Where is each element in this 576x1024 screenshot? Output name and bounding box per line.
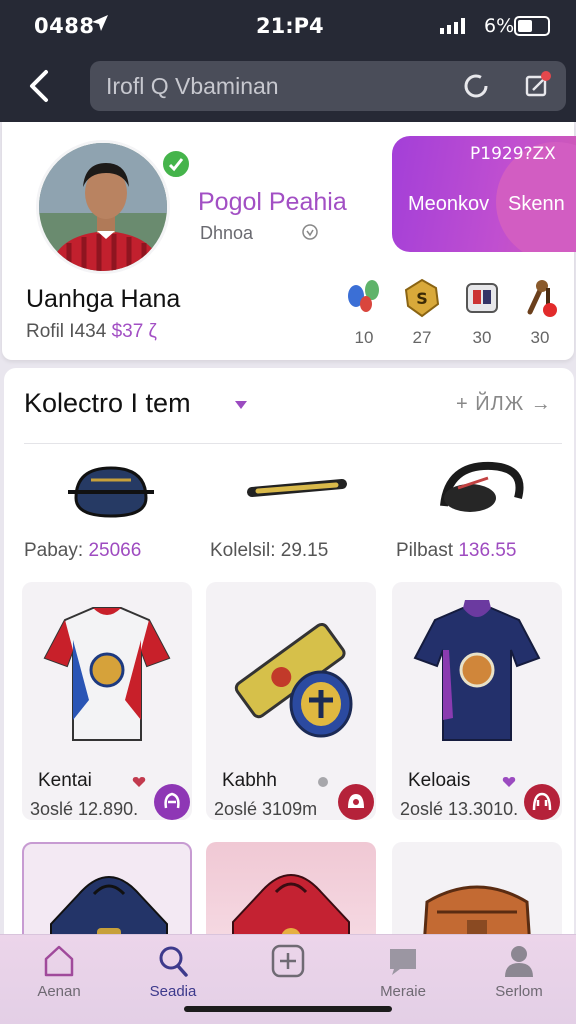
item-card[interactable]: Kentai 3oslé 12.890. — [22, 582, 192, 820]
stat-coins-value: 27 — [412, 328, 432, 347]
chevron-down-icon[interactable] — [234, 400, 248, 410]
item-badge-icon[interactable] — [338, 784, 374, 820]
user-name: Uanhga Hana — [26, 285, 181, 313]
nav-profile-label: Serlom — [495, 983, 543, 1000]
home-icon — [44, 945, 74, 977]
mini-label-value: 136.55 — [458, 540, 517, 561]
stat-coins[interactable]: S 27 — [400, 276, 444, 348]
avatar[interactable] — [36, 140, 170, 274]
heart-icon[interactable] — [316, 775, 330, 789]
gems-icon — [348, 280, 379, 312]
mini-item-bag[interactable] — [36, 458, 186, 518]
stat-cards[interactable]: 30 — [460, 276, 504, 348]
see-more-link[interactable]: + ЙЛЖ → — [456, 393, 552, 416]
verified-badge-icon — [160, 148, 192, 180]
item-name: Kentai — [38, 770, 92, 791]
stat-tools[interactable]: 30 — [518, 276, 562, 348]
mini-label-prefix: Pilbast — [396, 540, 454, 561]
profile-card: Pogol Peahia Dhnoa Uanhga Hana Rofil I43… — [2, 122, 576, 360]
tools-icon — [527, 280, 557, 317]
item-name: Keloais — [408, 770, 471, 791]
edit-note-icon[interactable] — [522, 70, 552, 100]
promo-left-label[interactable]: Meonkov — [408, 193, 489, 216]
club-name[interactable]: Pogol Peahia — [198, 188, 347, 217]
add-icon — [271, 944, 305, 978]
location-arrow-icon — [92, 15, 108, 31]
collection-card: Kolectro I tem + ЙЛЖ → Pabay: 25066 Kole… — [4, 368, 574, 1024]
nav-search[interactable]: Seadia — [128, 943, 218, 1000]
avatar-image — [39, 143, 167, 271]
search-icon — [159, 946, 188, 977]
mini-item-headset[interactable] — [408, 458, 558, 518]
mini-label-value: 25066 — [88, 540, 142, 561]
baton-icon — [247, 479, 347, 497]
stat-gems[interactable]: 10 — [342, 276, 386, 348]
stat-cards-value: 30 — [472, 328, 492, 347]
item-badge-icon[interactable] — [524, 784, 560, 820]
headset-icon — [440, 461, 524, 512]
item-price: 2oslé 3109m — [214, 799, 318, 819]
promo-banner[interactable]: P1929?ZX Meonkov Skenn — [392, 136, 576, 252]
mini-label-prefix: Pabay: — [24, 540, 84, 561]
user-meta-highlight: $37 ζ — [111, 321, 157, 342]
status-time: 0488 — [34, 14, 95, 38]
signal-icon — [440, 18, 465, 34]
stat-tools-value: 30 — [530, 328, 550, 347]
jersey-white-image — [43, 607, 171, 741]
nav-profile[interactable]: Serlom — [474, 943, 564, 1000]
mini-item-baton[interactable] — [222, 458, 372, 518]
nav-messages-label: Meraie — [380, 983, 426, 1000]
promo-code: P1929?ZX — [470, 144, 556, 164]
item-badge-icon[interactable] — [154, 784, 190, 820]
item-card[interactable]: Keloais 2oslé 13.3010. — [392, 582, 562, 820]
heart-icon[interactable] — [502, 775, 516, 789]
item-price: 3oslé 12.890. — [30, 799, 139, 819]
promo-right-label[interactable]: Skenn — [508, 193, 565, 216]
search-input[interactable]: Irofl Q Vbaminan — [90, 61, 566, 111]
collection-title: Kolectro I tem — [24, 388, 191, 418]
divider — [24, 443, 562, 444]
refresh-icon[interactable] — [462, 72, 490, 100]
mini-item-bag-label: Pabay: 25066 — [24, 540, 141, 562]
svg-text:S: S — [416, 289, 428, 308]
mini-label-prefix: Kolelsil: 29.15 — [210, 540, 329, 561]
badge-bar-image — [234, 622, 353, 738]
item-card[interactable]: Kabhh 2oslé 3109m — [206, 582, 376, 820]
nav-add[interactable] — [243, 943, 333, 983]
jersey-navy-image — [413, 600, 541, 741]
item-name: Kabhh — [222, 770, 277, 791]
battery-percent: 6% — [484, 15, 515, 37]
status-clock: 21:P4 — [256, 14, 324, 38]
info-icon[interactable] — [300, 222, 320, 242]
nav-home[interactable]: Aenan — [14, 943, 104, 1000]
mini-item-headset-label: Pilbast 136.55 — [396, 540, 516, 562]
app-header: 0488 21:P4 6% Irofl Q Vbaminan — [0, 0, 576, 122]
user-icon — [505, 946, 533, 977]
coin-icon: S — [404, 278, 440, 318]
cards-icon — [466, 283, 498, 313]
stat-gems-value: 10 — [354, 328, 374, 347]
item-price: 2oslé 13.3010. — [400, 799, 519, 819]
battery-icon — [514, 16, 550, 36]
search-query-text: Irofl Q Vbaminan — [106, 73, 279, 99]
chat-bubble-icon — [390, 949, 416, 975]
club-subtitle: Dhnoa — [200, 223, 254, 243]
nav-messages[interactable]: Meraie — [358, 943, 448, 1000]
bag-icon — [68, 466, 154, 518]
back-button[interactable] — [22, 66, 58, 106]
user-meta-prefix: Rofil I434 — [26, 321, 107, 342]
heart-icon[interactable] — [132, 775, 146, 789]
nav-search-label: Seadia — [149, 983, 197, 1000]
user-meta: Rofil I434 $37 ζ — [26, 321, 157, 343]
nav-home-label: Aenan — [37, 983, 81, 1000]
home-indicator — [184, 1006, 392, 1012]
status-bar: 0488 21:P4 6% — [0, 0, 576, 52]
mini-item-baton-label: Kolelsil: 29.15 — [210, 540, 328, 562]
